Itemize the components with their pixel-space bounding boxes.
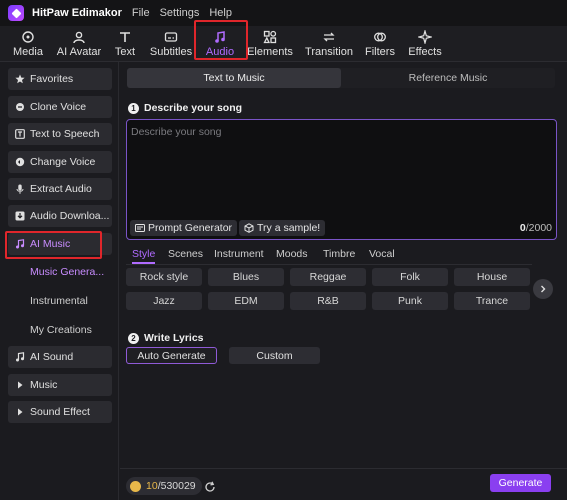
main-toolbar: Media AI Avatar Text Subtitles Audio Ele…: [0, 26, 567, 62]
tag-tabs: Style Scenes Instrument Moods Timbre Voc…: [126, 248, 532, 265]
tool-subtitles[interactable]: Subtitles: [148, 26, 194, 62]
clone-voice-icon: [16, 103, 24, 111]
sidebar-item-clone-voice[interactable]: Clone Voice: [8, 96, 112, 118]
tab-text-to-music[interactable]: Text to Music: [127, 68, 341, 88]
tool-transition[interactable]: Transition: [303, 26, 355, 62]
menu-help[interactable]: Help: [209, 7, 232, 19]
tool-media[interactable]: Media: [10, 26, 46, 62]
mode-tabs: Text to Music Reference Music: [127, 68, 555, 88]
style-chip[interactable]: EDM: [208, 292, 284, 310]
elements-icon: [263, 30, 277, 44]
text-icon: [120, 32, 130, 42]
effects-icon: [418, 30, 432, 44]
tag-tab-scenes[interactable]: Scenes: [168, 248, 203, 260]
style-chip[interactable]: House: [454, 268, 530, 286]
sidebar-sub-instrumental[interactable]: Instrumental: [30, 295, 116, 307]
tool-text[interactable]: Text: [112, 26, 138, 62]
app-logo-icon: [8, 5, 24, 21]
style-chip[interactable]: Punk: [372, 292, 448, 310]
caret-right-icon: [18, 408, 23, 416]
custom-lyrics-button[interactable]: Custom: [229, 347, 320, 364]
ai-music-panel: Text to Music Reference Music 1 Describe…: [120, 62, 567, 500]
style-chip[interactable]: Folk: [372, 268, 448, 286]
coin-icon: [130, 480, 141, 492]
try-sample-button[interactable]: Try a sample!: [239, 220, 326, 236]
sidebar-item-audio-download[interactable]: Audio Downloa...: [8, 205, 112, 227]
tool-effects[interactable]: Effects: [406, 26, 444, 62]
text-to-speech-icon: [15, 129, 25, 139]
style-chip[interactable]: Trance: [454, 292, 530, 310]
style-chip[interactable]: Jazz: [126, 292, 202, 310]
filters-icon: [374, 32, 386, 42]
microphone-icon: [16, 184, 24, 194]
tool-filters[interactable]: Filters: [363, 26, 397, 62]
song-description-input[interactable]: Describe your song Prompt Generator Try …: [126, 119, 557, 240]
auto-generate-button[interactable]: Auto Generate: [126, 347, 217, 364]
audio-icon: [215, 31, 225, 43]
tag-tab-moods[interactable]: Moods: [276, 248, 308, 260]
ai-sound-icon: [16, 352, 25, 362]
style-chip[interactable]: R&B: [290, 292, 366, 310]
sidebar-item-ai-sound[interactable]: AI Sound: [8, 346, 112, 368]
download-icon: [15, 211, 25, 221]
character-counter: 0/2000: [519, 222, 552, 234]
cube-icon: [244, 223, 254, 233]
sidebar-item-change-voice[interactable]: Change Voice: [8, 151, 112, 173]
caret-right-icon: [18, 381, 23, 389]
prompt-generator-icon: [135, 224, 145, 232]
sidebar-item-music[interactable]: Music: [8, 374, 112, 396]
sidebar-sub-my-creations[interactable]: My Creations: [30, 324, 116, 336]
prompt-generator-button[interactable]: Prompt Generator: [130, 220, 238, 236]
style-chip[interactable]: Blues: [208, 268, 284, 286]
sidebar-item-sound-effect[interactable]: Sound Effect: [8, 401, 112, 423]
transition-icon: [323, 32, 335, 42]
step-number: 2: [128, 332, 139, 344]
tag-tab-timbre[interactable]: Timbre: [323, 248, 355, 260]
lyrics-section-title: 2 Write Lyrics: [128, 332, 204, 344]
app-title: HitPaw Edimakor: [32, 7, 122, 19]
star-icon: [15, 74, 25, 84]
subtitles-icon: [164, 32, 178, 42]
credits-counter: 10 /530029: [126, 477, 202, 495]
tool-elements[interactable]: Elements: [247, 26, 293, 62]
tool-audio[interactable]: Audio: [202, 26, 238, 62]
step-number: 1: [128, 102, 139, 114]
next-styles-button[interactable]: [533, 279, 553, 299]
change-voice-icon: [15, 157, 25, 167]
sidebar-item-favorites[interactable]: Favorites: [8, 68, 112, 90]
music-note-icon: [16, 239, 25, 249]
refresh-icon[interactable]: [204, 481, 216, 493]
tab-reference-music[interactable]: Reference Music: [341, 68, 555, 88]
sidebar-item-ai-music[interactable]: AI Music: [8, 233, 112, 255]
ai-avatar-icon: [73, 31, 85, 44]
sidebar-sub-music-generator[interactable]: Music Genera...: [30, 266, 116, 278]
generate-button[interactable]: Generate: [490, 474, 551, 492]
tag-tab-instrument[interactable]: Instrument: [214, 248, 264, 260]
description-placeholder: Describe your song: [131, 126, 222, 138]
tag-tab-style[interactable]: Style: [132, 248, 156, 264]
style-chip[interactable]: Reggae: [290, 268, 366, 286]
menu-bar: HitPaw Edimakor File Settings Help: [0, 0, 567, 26]
tag-tab-vocal[interactable]: Vocal: [369, 248, 395, 260]
sidebar-item-extract-audio[interactable]: Extract Audio: [8, 178, 112, 200]
sidebar-item-text-to-speech[interactable]: Text to Speech: [8, 123, 112, 145]
menu-file[interactable]: File: [132, 7, 150, 19]
menu-settings[interactable]: Settings: [160, 7, 200, 19]
style-chip[interactable]: Rock style: [126, 268, 202, 286]
chevron-right-icon: [541, 285, 546, 293]
sidebar: Favorites Clone Voice Text to Speech Cha…: [0, 62, 119, 500]
media-icon: [22, 31, 34, 43]
describe-section-title: 1 Describe your song: [128, 102, 242, 114]
tool-ai-avatar[interactable]: AI Avatar: [55, 26, 103, 62]
